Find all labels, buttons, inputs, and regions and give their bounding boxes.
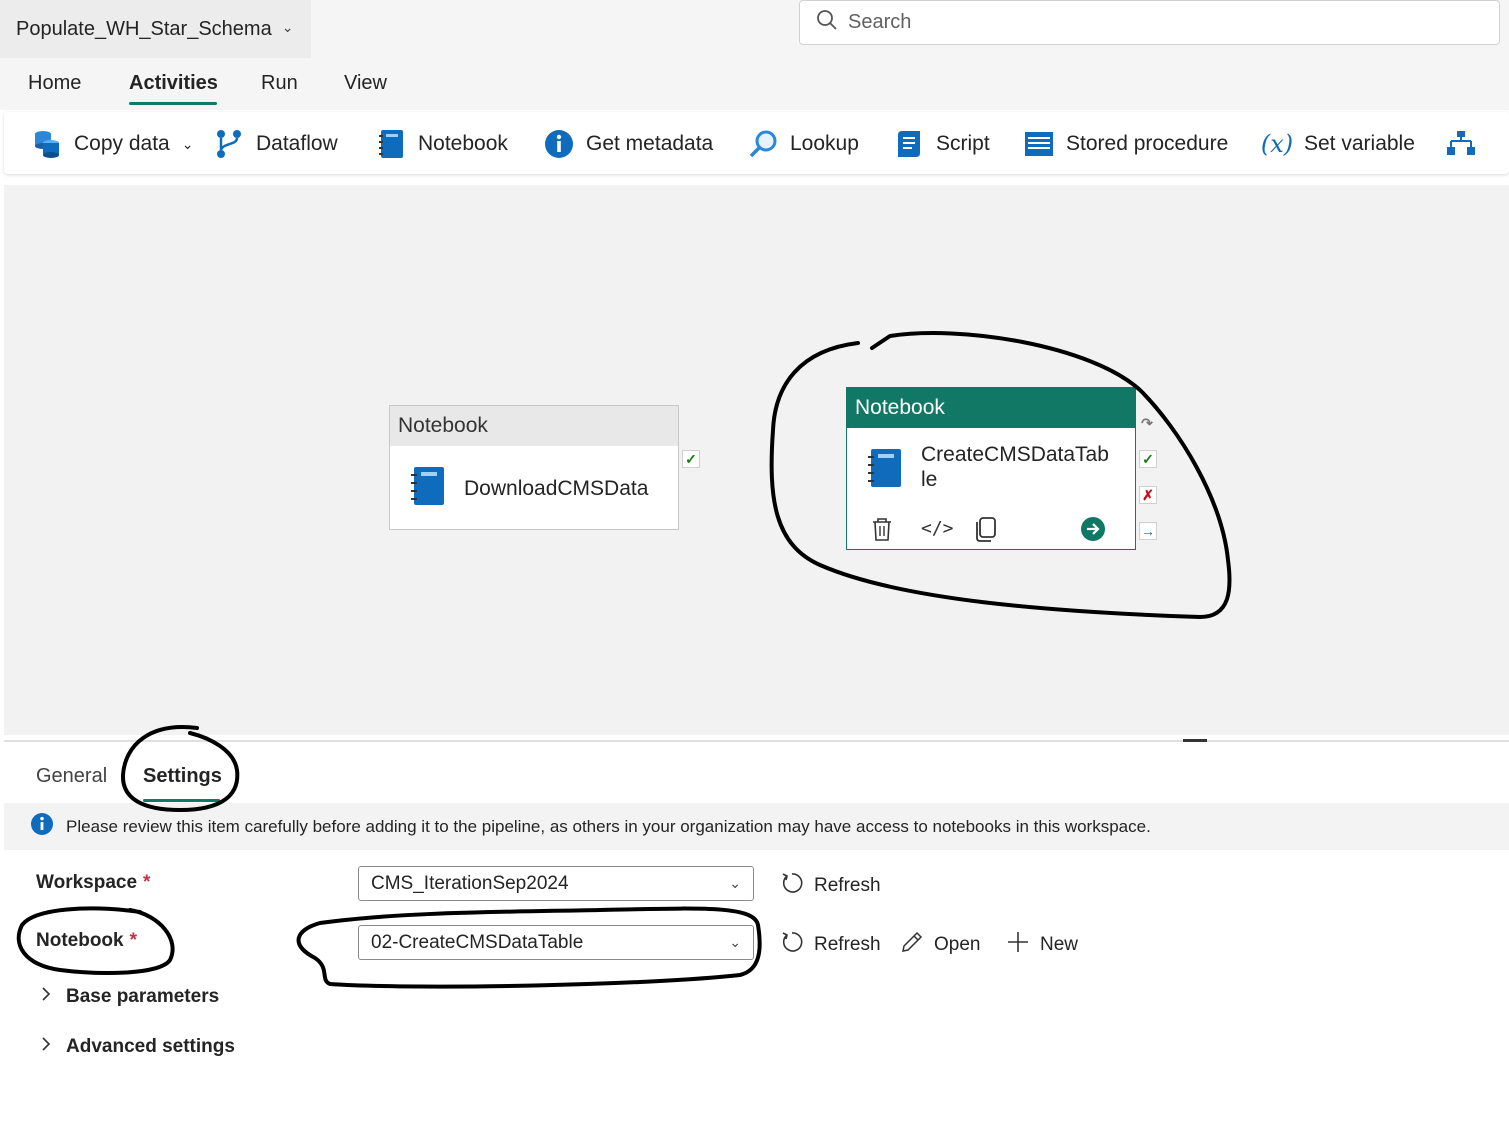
stored-procedure-label: Stored procedure (1066, 132, 1229, 155)
notebook-label-text: Notebook (36, 930, 124, 951)
delete-icon[interactable] (869, 516, 895, 547)
dataflow-label: Dataflow (256, 132, 338, 155)
lookup-button[interactable]: Lookup (748, 128, 859, 160)
required-mark: * (143, 872, 151, 893)
chevron-down-icon: ⌄ (729, 875, 741, 891)
tab-activities[interactable]: Activities (129, 72, 218, 95)
set-variable-button[interactable]: (x) Set variable (1260, 128, 1415, 160)
notebook-select[interactable]: 02-CreateCMSDataTable ⌄ (358, 925, 754, 960)
copy-icon[interactable] (973, 516, 999, 547)
open-label: Open (934, 934, 981, 955)
on-fail-port[interactable]: ✗ (1139, 486, 1157, 504)
notebook-field-label: Notebook * (36, 930, 137, 952)
plus-icon (1006, 930, 1030, 960)
node-name: DownloadCMSData (464, 476, 649, 500)
set-variable-label: Set variable (1304, 132, 1415, 155)
on-skip-port[interactable]: ↷ (1139, 415, 1155, 431)
chevron-down-icon: ⌄ (181, 135, 194, 152)
notebook-value: 02-CreateCMSDataTable (371, 931, 584, 953)
get-metadata-button[interactable]: Get metadata (544, 128, 713, 160)
script-label: Script (936, 132, 990, 155)
chevron-down-icon: ⌄ (281, 18, 294, 35)
node-type-label: Notebook (390, 406, 678, 446)
workspace-label: Workspace * (36, 872, 150, 894)
base-parameters-label: Base parameters (66, 986, 220, 1007)
lookup-label: Lookup (790, 132, 859, 155)
node-name-line2: le (921, 468, 938, 491)
copy-data-icon (32, 129, 62, 159)
search-icon (816, 9, 838, 37)
menu-bar (0, 58, 1509, 110)
refresh-label: Refresh (814, 934, 881, 955)
refresh-icon (780, 871, 804, 901)
chevron-down-icon: ⌄ (729, 934, 741, 950)
info-icon (544, 129, 574, 159)
pencil-icon (900, 930, 924, 960)
tab-view[interactable]: View (344, 72, 387, 95)
switch-icon (1446, 129, 1476, 159)
tab-settings[interactable]: Settings (143, 765, 222, 788)
search-placeholder: Search (848, 11, 912, 33)
script-icon (894, 129, 924, 159)
base-parameters-expander[interactable]: Base parameters (40, 986, 219, 1008)
active-tab-indicator (129, 102, 217, 105)
on-completion-port[interactable]: → (1139, 522, 1157, 540)
open-notebook-button[interactable]: Open (900, 930, 980, 960)
activity-node-create[interactable]: Notebook CreateCMSDataTab le </> (846, 387, 1136, 550)
dataflow-icon (214, 129, 244, 159)
pipeline-canvas[interactable] (4, 185, 1509, 735)
notebook-label: Notebook (418, 132, 508, 155)
activity-node-download[interactable]: Notebook DownloadCMSData (389, 405, 679, 530)
chevron-right-icon (40, 986, 52, 1008)
more-activities-button[interactable] (1446, 128, 1476, 160)
required-mark: * (129, 930, 138, 951)
node-type-label: Notebook (847, 388, 1135, 428)
on-success-port[interactable]: ✓ (682, 450, 700, 468)
notebook-icon (867, 448, 903, 493)
active-tab-indicator (143, 799, 220, 802)
workspace-refresh-button[interactable]: Refresh (780, 871, 881, 901)
copy-data-label: Copy data (74, 132, 170, 155)
stored-procedure-icon (1024, 129, 1054, 159)
info-message-bar: Please review this item carefully before… (4, 803, 1509, 850)
info-icon (30, 812, 54, 841)
notebook-button[interactable]: Notebook (376, 128, 508, 160)
stored-procedure-button[interactable]: Stored procedure (1024, 128, 1228, 160)
pipeline-name-dropdown[interactable]: Populate_WH_Star_Schema ⌄ (0, 0, 311, 58)
panel-divider (4, 740, 1509, 742)
panel-resize-handle[interactable] (1183, 739, 1207, 742)
on-success-port[interactable]: ✓ (1139, 450, 1157, 468)
code-icon[interactable]: </> (921, 518, 954, 539)
workspace-select[interactable]: CMS_IterationSep2024 ⌄ (358, 866, 754, 901)
search-box[interactable]: Search (799, 0, 1500, 45)
info-message: Please review this item carefully before… (66, 816, 1151, 836)
get-metadata-label: Get metadata (586, 132, 714, 155)
lookup-icon (748, 129, 778, 159)
copy-data-button[interactable]: Copy data ⌄ (32, 128, 193, 160)
chevron-right-icon (40, 1036, 52, 1058)
notebook-refresh-button[interactable]: Refresh (780, 930, 881, 960)
node-name-line1: CreateCMSDataTab (921, 443, 1109, 466)
script-button[interactable]: Script (894, 128, 990, 160)
tab-general[interactable]: General (36, 765, 107, 788)
advanced-settings-expander[interactable]: Advanced settings (40, 1036, 235, 1058)
variable-icon: (x) (1260, 130, 1294, 158)
workspace-label-text: Workspace (36, 872, 138, 893)
tab-run[interactable]: Run (261, 72, 298, 95)
tab-home[interactable]: Home (28, 72, 81, 95)
refresh-label: Refresh (814, 875, 881, 896)
workspace-value: CMS_IterationSep2024 (371, 872, 569, 894)
notebook-icon (410, 466, 446, 511)
run-arrow-icon[interactable] (1080, 516, 1106, 547)
notebook-icon (376, 129, 406, 159)
dataflow-button[interactable]: Dataflow (214, 128, 338, 160)
new-notebook-button[interactable]: New (1006, 930, 1078, 960)
new-label: New (1040, 934, 1079, 955)
refresh-icon (780, 930, 804, 960)
pipeline-name: Populate_WH_Star_Schema (16, 17, 272, 40)
advanced-settings-label: Advanced settings (66, 1036, 235, 1057)
